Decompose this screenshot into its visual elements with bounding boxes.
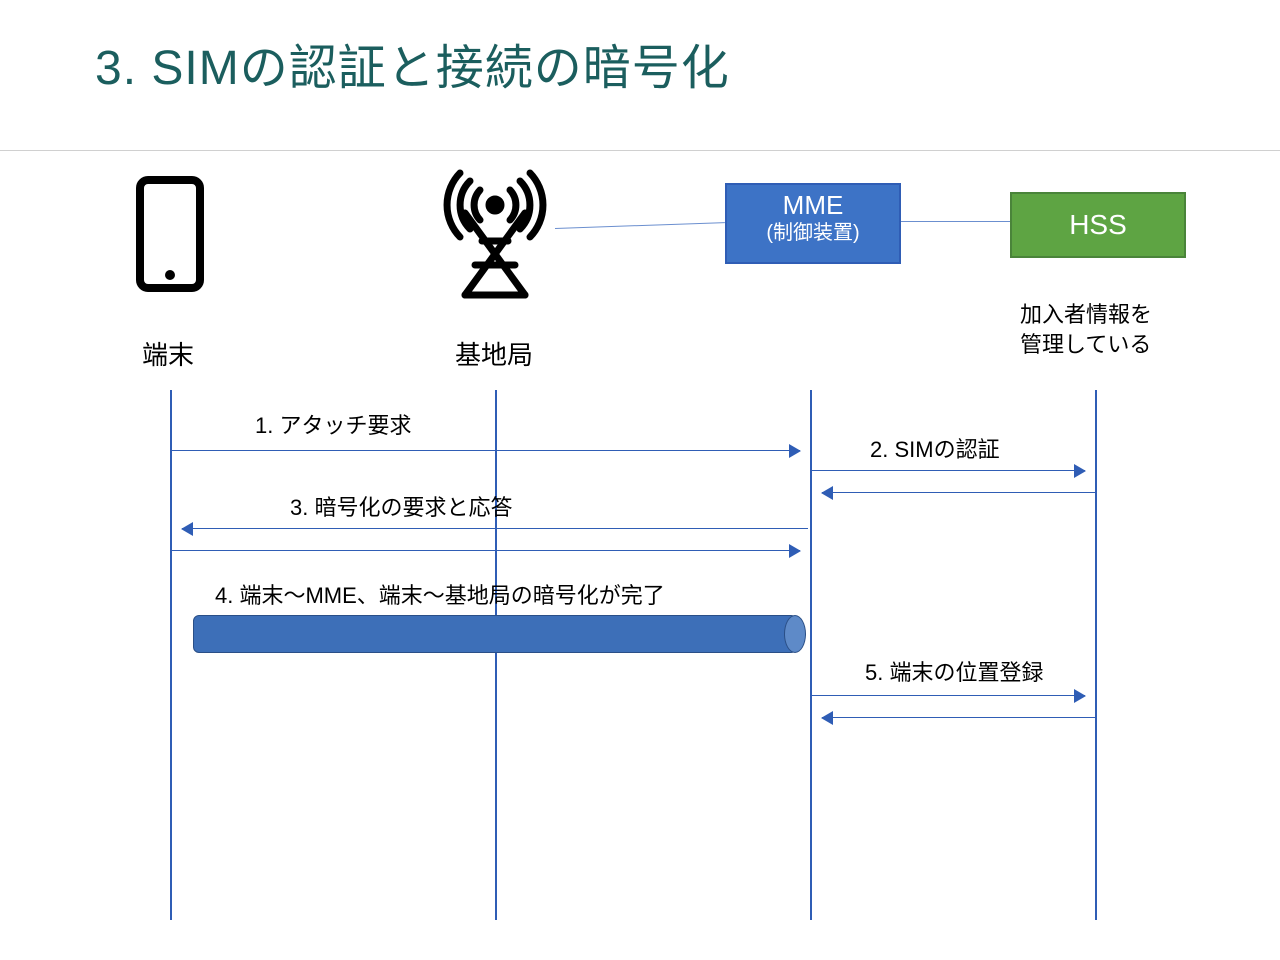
msg2-arrow-req — [812, 470, 1085, 471]
msg3-label: 3. 暗号化の要求と応答 — [290, 490, 512, 522]
hss-label: HSS — [1069, 209, 1127, 240]
link-enb-mme — [555, 222, 725, 229]
ue-label: 端末 — [142, 335, 194, 372]
enb-label: 基地局 — [455, 335, 533, 372]
slide-title: 3. SIMの認証と接続の暗号化 — [95, 28, 730, 98]
encryption-pipe — [193, 615, 797, 653]
link-mme-hss — [899, 221, 1010, 222]
antenna-icon — [430, 165, 560, 305]
msg3-arrow-b — [172, 550, 800, 551]
hss-sublabel: 加入者情報を 管理している — [1020, 300, 1152, 359]
mme-box: MME (制御装置) — [725, 183, 901, 264]
msg2-arrow-res — [822, 492, 1095, 493]
hss-box: HSS — [1010, 192, 1186, 258]
lifeline-hss — [1095, 390, 1097, 920]
msg2-label: 2. SIMの認証 — [870, 432, 1000, 464]
lifeline-enb — [495, 390, 497, 920]
msg3-arrow-a — [182, 528, 808, 529]
msg1-arrow — [172, 450, 800, 451]
mme-label: MME — [727, 190, 899, 221]
msg5-label: 5. 端末の位置登録 — [865, 655, 1043, 687]
msg5-arrow-res — [822, 717, 1095, 718]
title-underline — [0, 150, 1280, 151]
mme-sublabel: (制御装置) — [727, 221, 899, 245]
slide: 3. SIMの認証と接続の暗号化 端末 基地局 MME (制御装置) HSS — [0, 0, 1280, 960]
msg1-label: 1. アタッチ要求 — [255, 408, 411, 440]
lifeline-ue — [170, 390, 172, 920]
msg4-label: 4. 端末～MME、端末～基地局の暗号化が完了 — [215, 578, 665, 610]
phone-icon — [130, 175, 210, 295]
msg5-arrow-req — [812, 695, 1085, 696]
